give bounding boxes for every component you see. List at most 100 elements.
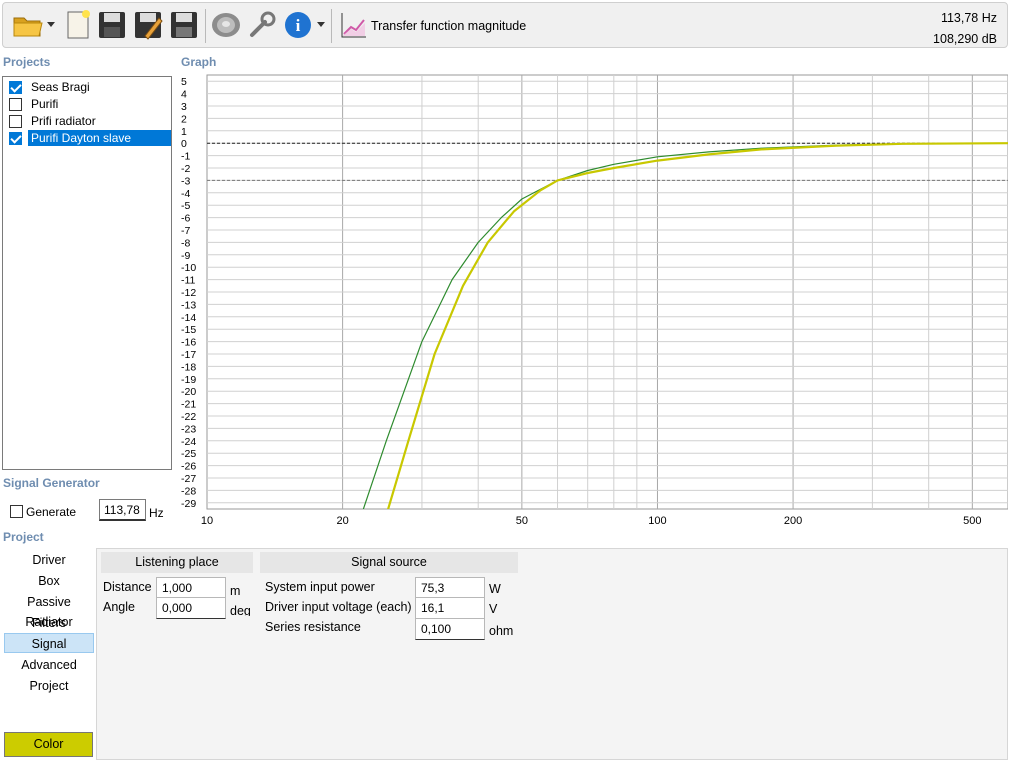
- project-label: Seas Bragi: [31, 80, 90, 94]
- info-icon[interactable]: i: [281, 7, 315, 43]
- nav-passive-radiator[interactable]: Passive Radiator: [4, 592, 94, 629]
- project-item-purifi-dayton-slave[interactable]: Purifi Dayton slave: [5, 130, 171, 146]
- system-input-power-input[interactable]: [415, 577, 485, 599]
- nav-box[interactable]: Box: [4, 571, 94, 591]
- color-button[interactable]: Color: [4, 732, 93, 757]
- project-checkbox[interactable]: [9, 131, 22, 145]
- x-tick-label: 10: [201, 515, 213, 527]
- projects-list[interactable]: Seas Bragi Purifi Prifi radiator Purifi …: [2, 76, 172, 470]
- listening-place-header: Listening place: [101, 552, 253, 573]
- generator-frequency-input[interactable]: [99, 499, 146, 521]
- distance-input[interactable]: [156, 577, 226, 599]
- x-tick-label: 100: [648, 515, 666, 527]
- project-item-prifi-radiator[interactable]: Prifi radiator: [5, 113, 171, 129]
- nav-filters[interactable]: Filters: [4, 613, 94, 633]
- y-tick-label: -11: [181, 275, 196, 287]
- save-all-icon[interactable]: [167, 7, 201, 43]
- project-checkbox[interactable]: [9, 80, 22, 94]
- y-tick-label: -10: [181, 262, 196, 274]
- y-tick-label: -18: [181, 361, 196, 373]
- driver-input-voltage-input[interactable]: [415, 597, 485, 619]
- driver-input-voltage-label: Driver input voltage (each): [265, 600, 412, 614]
- graph-title: Graph: [181, 55, 217, 69]
- y-tick-label: -22: [181, 411, 196, 423]
- y-tick-label: -1: [181, 151, 190, 163]
- y-tick-label: -8: [181, 237, 190, 249]
- x-tick-label: 50: [516, 515, 528, 527]
- svg-text:i: i: [296, 16, 301, 35]
- y-tick-label: -27: [181, 473, 196, 485]
- y-tick-label: -3: [181, 175, 190, 187]
- project-item-purifi[interactable]: Purifi: [5, 96, 171, 112]
- project-label: Purifi: [31, 97, 59, 111]
- new-file-icon[interactable]: [61, 7, 95, 43]
- cursor-frequency-readout: 113,78 Hz: [940, 11, 997, 25]
- y-tick-label: 2: [181, 113, 187, 125]
- open-dropdown-arrow[interactable]: [47, 22, 55, 27]
- generate-checkbox[interactable]: [10, 505, 23, 521]
- distance-unit: m: [230, 584, 241, 598]
- y-tick-label: -25: [181, 448, 196, 460]
- project-label: Prifi radiator: [31, 114, 96, 128]
- series-resistance-input[interactable]: [415, 618, 485, 640]
- y-tick-label: -9: [181, 250, 190, 262]
- y-tick-label: -14: [181, 312, 196, 324]
- signal-generator-title: Signal Generator: [3, 476, 100, 490]
- y-tick-label: 1: [181, 126, 187, 138]
- y-tick-label: -5: [181, 200, 190, 212]
- y-tick-label: -6: [181, 213, 190, 225]
- y-tick-label: -28: [181, 485, 196, 497]
- chart-icon[interactable]: [337, 7, 371, 43]
- y-tick-label: -26: [181, 461, 196, 473]
- series-resistance-unit: ohm: [489, 624, 514, 638]
- toolbar: i Transfer function magnitude 113,78 Hz …: [2, 2, 1008, 48]
- series-resistance-label: Series resistance: [265, 620, 361, 634]
- nav-advanced[interactable]: Advanced: [4, 655, 94, 675]
- cursor-level-readout: 108,290 dB: [933, 32, 997, 46]
- system-input-power-unit: W: [489, 582, 501, 596]
- y-tick-label: -24: [181, 436, 196, 448]
- save-icon[interactable]: [95, 7, 129, 43]
- save-as-icon[interactable]: [131, 7, 165, 43]
- project-checkbox[interactable]: [9, 114, 22, 128]
- project-item-seas-bragi[interactable]: Seas Bragi: [5, 79, 171, 95]
- nav-signal[interactable]: Signal: [4, 633, 94, 653]
- y-tick-label: -15: [181, 324, 196, 336]
- y-tick-label: 3: [181, 101, 187, 113]
- x-tick-label: 500: [963, 515, 981, 527]
- y-tick-label: -4: [181, 188, 190, 200]
- y-tick-label: -21: [181, 399, 196, 411]
- graph-type-selector[interactable]: Transfer function magnitude: [371, 19, 526, 33]
- driver-icon[interactable]: [209, 7, 243, 43]
- project-label: Purifi Dayton slave: [28, 130, 171, 146]
- y-tick-label: -20: [181, 386, 196, 398]
- y-tick-label: -17: [181, 349, 196, 361]
- angle-unit: deg: [230, 604, 251, 616]
- y-tick-label: 5: [181, 76, 187, 88]
- generate-label: Generate: [26, 505, 77, 519]
- info-dropdown-arrow[interactable]: [317, 22, 325, 27]
- projects-title: Projects: [3, 55, 51, 69]
- y-tick-label: -16: [181, 337, 196, 349]
- y-tick-label: -29: [181, 498, 196, 510]
- project-section-title: Project: [3, 530, 44, 544]
- system-input-power-label: System input power: [265, 580, 375, 594]
- driver-input-voltage-unit: V: [489, 602, 498, 616]
- graph-panel[interactable]: 5 4 3 2 1 0 -1 -2 -3 -4 -5 -6 -7 -8 -9 -10 -11 -12 -13 -14-…: [178, 72, 1009, 532]
- settings-icon[interactable]: [245, 7, 279, 43]
- signal-settings-panel: Listening place Distance m Angle deg Sig…: [96, 548, 1008, 760]
- generator-frequency-unit: Hz: [149, 506, 164, 520]
- distance-label: Distance: [103, 580, 152, 594]
- nav-project[interactable]: Project: [4, 676, 94, 696]
- y-tick-label: 0: [181, 138, 187, 150]
- open-folder-icon[interactable]: [11, 7, 45, 43]
- y-tick-label: -13: [181, 299, 196, 311]
- angle-label: Angle: [103, 600, 135, 614]
- angle-input[interactable]: [156, 597, 226, 619]
- transfer-function-chart[interactable]: 543210-1-2-3-4-5-6-7-8-9-10-11-12-13-14-…: [178, 72, 1009, 532]
- x-tick-label: 200: [784, 515, 802, 527]
- y-tick-label: -23: [181, 423, 196, 435]
- nav-driver[interactable]: Driver: [4, 550, 94, 570]
- y-tick-label: -2: [181, 163, 190, 175]
- project-checkbox[interactable]: [9, 97, 22, 111]
